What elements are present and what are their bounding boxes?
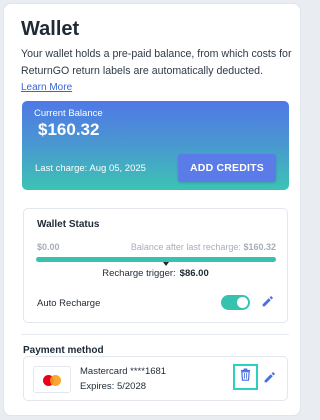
balance-amount: $160.32 [38,120,100,139]
trash-icon [240,368,251,386]
auto-recharge-label: Auto Recharge [37,298,101,309]
balance-label: Current Balance [34,108,103,119]
recharge-trigger-label: Recharge trigger: [102,268,176,279]
learn-more-link[interactable]: Learn More [21,82,72,93]
page-title: Wallet [21,18,80,40]
balance-after-value: $160.32 [243,242,276,252]
card-name: Mastercard ****1681 [80,366,167,377]
edit-card-icon[interactable] [263,371,276,389]
balance-after-label: Balance after last recharge: [130,242,241,252]
wallet-status-panel: Wallet Status $0.00 Balance after last r… [23,208,288,323]
status-min-value: $0.00 [37,242,60,252]
payment-method-heading: Payment method [23,345,104,356]
section-divider [21,334,289,335]
balance-after-recharge: Balance after last recharge: $160.32 [131,242,276,252]
toggle-knob [237,297,248,308]
payment-method-card: Mastercard ****1681 Expires: 5/2028 [23,356,288,401]
mastercard-logo [33,366,71,393]
wallet-card: Wallet Your wallet holds a pre-paid bala… [3,3,301,416]
recharge-trigger: Recharge trigger: $86.00 [24,268,287,279]
balance-panel: Current Balance $160.32 Last charge: Aug… [22,101,289,190]
recharge-trigger-marker [162,262,169,266]
recharge-trigger-value: $86.00 [179,268,209,279]
card-expiry: Expires: 5/2028 [80,381,147,392]
balance-progress-fill [36,257,276,262]
wallet-description: Your wallet holds a pre-paid balance, fr… [21,48,292,77]
wallet-status-heading: Wallet Status [37,219,100,230]
last-charge: Last charge: Aug 05, 2025 [35,163,146,174]
auto-recharge-toggle[interactable] [221,295,250,310]
edit-icon[interactable] [261,295,274,313]
balance-progress-bar [36,257,276,262]
add-credits-button[interactable]: ADD CREDITS [178,154,276,182]
delete-card-button[interactable] [233,364,258,390]
